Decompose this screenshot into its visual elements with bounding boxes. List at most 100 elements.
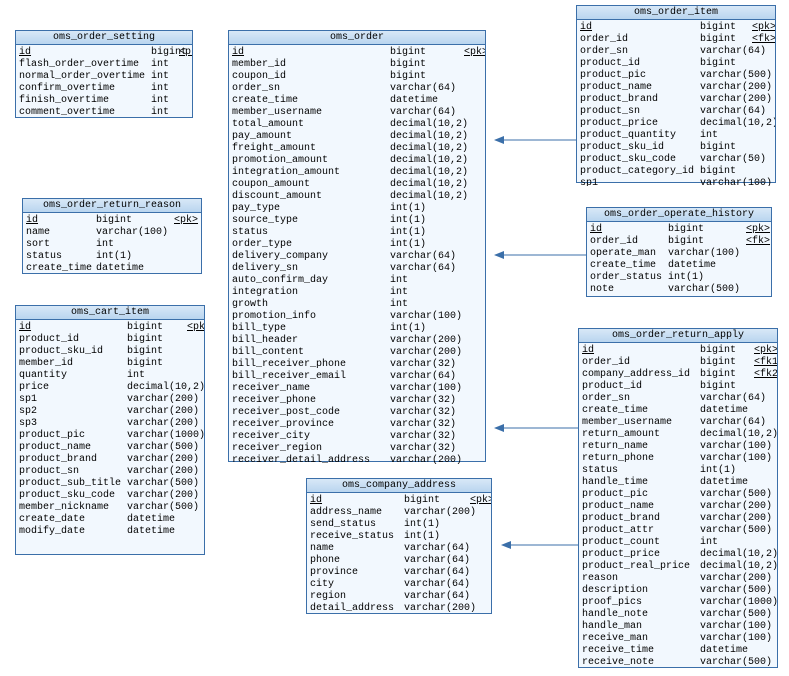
column-row: create_datedatetime	[19, 514, 201, 526]
entity-oms_order_operate_history[interactable]: oms_order_operate_historyidbigint<pk>ord…	[586, 207, 772, 297]
column-row: order_idbigint<fk>	[590, 236, 768, 248]
column-type: decimal(10,2)	[390, 131, 464, 143]
column-name: member_id	[232, 59, 390, 71]
column-row: auto_confirm_dayint	[232, 275, 482, 287]
column-row: product_idbigint	[582, 381, 774, 393]
column-name: source_type	[232, 215, 390, 227]
column-type: varchar(64)	[700, 106, 752, 118]
column-row: company_address_idbigint<fk2>	[582, 369, 774, 381]
column-row: member_idbigint	[19, 358, 201, 370]
column-name: order_id	[582, 357, 700, 369]
column-name: name	[310, 543, 404, 555]
column-name: pay_type	[232, 203, 390, 215]
column-type: varchar(500)	[700, 489, 754, 501]
column-name: region	[310, 591, 404, 603]
column-name: create_time	[232, 95, 390, 107]
column-name: handle_man	[582, 621, 700, 633]
column-row: normal_order_overtimeint	[19, 71, 189, 83]
column-name: normal_order_overtime	[19, 71, 151, 83]
entity-oms_order_return_apply[interactable]: oms_order_return_applyidbigint<pk>order_…	[578, 328, 778, 668]
column-type: varchar(64)	[700, 393, 754, 405]
column-type: varchar(500)	[127, 478, 187, 490]
column-name: return_name	[582, 441, 700, 453]
column-row: finish_overtimeint	[19, 95, 189, 107]
column-row: product_sku_codevarchar(50)	[580, 154, 772, 166]
column-type: int	[127, 370, 187, 382]
column-type: varchar(200)	[390, 335, 464, 347]
column-type: varchar(100)	[700, 633, 754, 645]
column-type: bigint	[668, 236, 746, 248]
column-row: statusint(1)	[26, 251, 198, 263]
column-type: varchar(100)	[390, 383, 464, 395]
column-name: quantity	[19, 370, 127, 382]
column-name: bill_receiver_email	[232, 371, 390, 383]
column-row: delivery_snvarchar(64)	[232, 263, 482, 275]
column-type: bigint	[96, 215, 174, 227]
column-type: datetime	[700, 645, 754, 657]
column-type: decimal(10,2)	[390, 119, 464, 131]
column-row: address_namevarchar(200)	[310, 507, 488, 519]
column-row: product_sku_codevarchar(200)	[19, 490, 201, 502]
column-row: member_usernamevarchar(64)	[582, 417, 774, 429]
column-type: varchar(500)	[700, 609, 754, 621]
entity-oms_cart_item[interactable]: oms_cart_itemidbigint<pk>product_idbigin…	[15, 305, 205, 555]
column-type: bigint	[700, 34, 752, 46]
column-key: <pk>	[179, 47, 192, 59]
column-type: varchar(64)	[390, 263, 464, 275]
column-name: id	[232, 47, 390, 59]
column-type: int	[151, 107, 179, 119]
column-type: varchar(200)	[127, 490, 187, 502]
column-row: product_category_idbigint	[580, 166, 772, 178]
column-type: varchar(200)	[700, 94, 752, 106]
column-name: product_price	[582, 549, 700, 561]
column-name: freight_amount	[232, 143, 390, 155]
column-row: receive_manvarchar(100)	[582, 633, 774, 645]
column-row: sortint	[26, 239, 198, 251]
column-row: delivery_companyvarchar(64)	[232, 251, 482, 263]
column-type: varchar(100)	[668, 248, 746, 260]
column-row: order_idbigint<fk1>	[582, 357, 774, 369]
column-row: bill_contentvarchar(200)	[232, 347, 482, 359]
column-name: auto_confirm_day	[232, 275, 390, 287]
column-type: bigint	[390, 71, 464, 83]
column-type: bigint	[127, 358, 187, 370]
column-name: member_username	[232, 107, 390, 119]
column-name: handle_note	[582, 609, 700, 621]
column-type: varchar(100)	[700, 178, 752, 186]
column-row: order_typeint(1)	[232, 239, 482, 251]
column-name: promotion_info	[232, 311, 390, 323]
column-name: product_quantity	[580, 130, 700, 142]
column-type: varchar(64)	[390, 371, 464, 383]
column-name: city	[310, 579, 404, 591]
entity-oms_order[interactable]: oms_orderidbigint<pk>member_idbigintcoup…	[228, 30, 486, 462]
column-row: product_sku_idbigint	[19, 346, 201, 358]
column-row: integration_amountdecimal(10,2)	[232, 167, 482, 179]
column-type: bigint	[127, 334, 187, 346]
column-type: bigint	[390, 59, 464, 71]
entity-oms_company_address[interactable]: oms_company_addressidbigint<pk>address_n…	[306, 478, 492, 614]
column-name: order_status	[590, 272, 668, 284]
column-row: notevarchar(500)	[590, 284, 768, 296]
column-name: product_pic	[582, 489, 700, 501]
column-type: decimal(10,2)	[127, 382, 187, 394]
column-type: int	[700, 537, 754, 549]
column-type: varchar(32)	[390, 431, 464, 443]
entity-oms_order_setting[interactable]: oms_order_settingidbigint<pk>flash_order…	[15, 30, 193, 118]
column-type: varchar(100)	[96, 227, 174, 239]
column-name: receiver_post_code	[232, 407, 390, 419]
column-row: handle_manvarchar(100)	[582, 621, 774, 633]
column-name: growth	[232, 299, 390, 311]
column-row: pricedecimal(10,2)	[19, 382, 201, 394]
column-name: create_time	[26, 263, 96, 275]
entity-oms_order_item[interactable]: oms_order_itemidbigint<pk>order_idbigint…	[576, 5, 776, 183]
column-type: varchar(64)	[404, 555, 470, 567]
column-type: varchar(200)	[404, 507, 470, 519]
column-type: datetime	[700, 405, 754, 417]
column-row: receive_statusint(1)	[310, 531, 488, 543]
column-row: comment_overtimeint	[19, 107, 189, 119]
entity-oms_order_return_reason[interactable]: oms_order_return_reasonidbigint<pk>namev…	[22, 198, 202, 274]
column-row: idbigint<pk>	[580, 22, 772, 34]
column-type: int	[151, 59, 179, 71]
column-row: product_idbigint	[19, 334, 201, 346]
column-name: return_phone	[582, 453, 700, 465]
